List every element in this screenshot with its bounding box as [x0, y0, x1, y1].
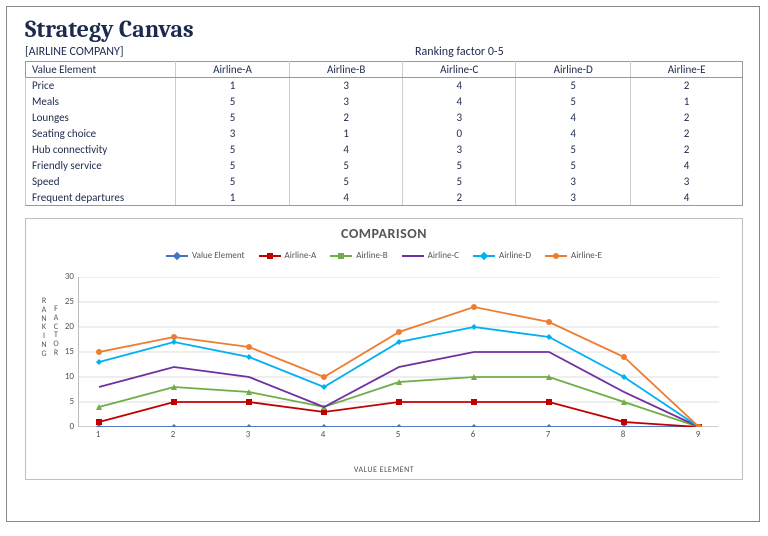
cell: 4 [403, 94, 516, 110]
cell: 5 [516, 78, 631, 94]
legend-airline-e: Airline-E [545, 250, 602, 261]
table-row: Frequent departures14234 [26, 190, 743, 206]
legend-airline-c: Airline-C [402, 250, 459, 261]
cell: Speed [26, 174, 176, 190]
cell: Friendly service [26, 158, 176, 174]
y-axis-label-sub: FACTOR [50, 305, 62, 358]
cell: 1 [176, 78, 290, 94]
cell: 4 [290, 142, 403, 158]
col-airline-b: Airline-B [290, 62, 403, 78]
table-row: Seating choice31042 [26, 126, 743, 142]
cell: 4 [631, 158, 743, 174]
cell: 2 [631, 110, 743, 126]
col-airline-c: Airline-C [403, 62, 516, 78]
cell: 1 [176, 190, 290, 206]
cell: 0 [403, 126, 516, 142]
cell: 2 [631, 126, 743, 142]
subtitle-row: [AIRLINE COMPANY] Ranking factor 0-5 [7, 43, 759, 61]
cell: 3 [403, 142, 516, 158]
cell: 2 [403, 190, 516, 206]
legend-airline-b: Airline-B [330, 250, 387, 261]
cell: 5 [516, 94, 631, 110]
chart-legend: Value Element Airline-A Airline-B Airlin… [26, 242, 742, 267]
cell: 2 [631, 78, 743, 94]
chart-title: COMPARISON [26, 219, 742, 242]
cell: 1 [631, 94, 743, 110]
cell: 4 [290, 190, 403, 206]
cell: 5 [290, 174, 403, 190]
cell: 5 [176, 158, 290, 174]
cell: 5 [403, 174, 516, 190]
col-value-element: Value Element [26, 62, 176, 78]
table-row: Friendly service55554 [26, 158, 743, 174]
cell: 5 [176, 110, 290, 126]
spreadsheet-sheet: Strategy Canvas [AIRLINE COMPANY] Rankin… [6, 6, 760, 522]
cell: 4 [403, 78, 516, 94]
cell: 3 [516, 174, 631, 190]
cell: 5 [516, 142, 631, 158]
x-axis-label: VALUE ELEMENT [26, 465, 742, 475]
table-row: Meals53451 [26, 94, 743, 110]
col-airline-d: Airline-D [516, 62, 631, 78]
table-row: Price13452 [26, 78, 743, 94]
cell: 3 [631, 174, 743, 190]
cell: 4 [516, 126, 631, 142]
cell: Lounges [26, 110, 176, 126]
cell: 5 [403, 158, 516, 174]
cell: 3 [403, 110, 516, 126]
cell: 4 [631, 190, 743, 206]
cell: 3 [176, 126, 290, 142]
strategy-table: Value Element Airline-A Airline-B Airlin… [25, 61, 743, 206]
cell: 3 [290, 78, 403, 94]
cell: Frequent departures [26, 190, 176, 206]
legend-value-element: Value Element [166, 250, 245, 261]
cell: Seating choice [26, 126, 176, 142]
cell: 5 [516, 158, 631, 174]
cell: 3 [290, 94, 403, 110]
cell: 4 [516, 110, 631, 126]
cell: 5 [176, 174, 290, 190]
table-row: Hub connectivity54352 [26, 142, 743, 158]
ranking-factor-label: Ranking factor 0-5 [415, 45, 504, 59]
table-header-row: Value Element Airline-A Airline-B Airlin… [26, 62, 743, 78]
chart-svg [79, 277, 719, 427]
cell: 5 [290, 158, 403, 174]
cell: 5 [176, 94, 290, 110]
table-row: Speed55533 [26, 174, 743, 190]
cell: 2 [290, 110, 403, 126]
col-airline-a: Airline-A [176, 62, 290, 78]
cell: 3 [516, 190, 631, 206]
company-placeholder: [AIRLINE COMPANY] [25, 45, 275, 59]
legend-airline-a: Airline-A [259, 250, 317, 261]
page-title: Strategy Canvas [7, 7, 759, 43]
plot-area: 051015202530 123456789 [78, 277, 718, 447]
col-airline-e: Airline-E [631, 62, 743, 78]
cell: 5 [176, 142, 290, 158]
cell: Hub connectivity [26, 142, 176, 158]
cell: Meals [26, 94, 176, 110]
legend-airline-d: Airline-D [473, 250, 531, 261]
cell: 1 [290, 126, 403, 142]
table-row: Lounges52342 [26, 110, 743, 126]
comparison-chart: COMPARISON Value Element Airline-A Airli… [25, 218, 743, 480]
cell: 2 [631, 142, 743, 158]
cell: Price [26, 78, 176, 94]
